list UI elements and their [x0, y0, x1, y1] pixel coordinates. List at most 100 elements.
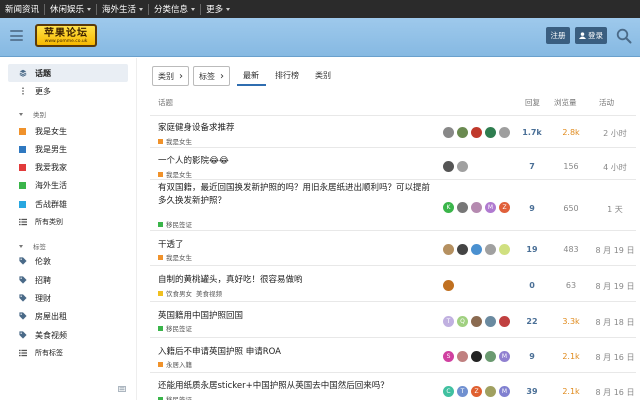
- topic-row[interactable]: 英国籍用中国护照回国 移民签证 T Q 22 3.3k 8 月 18 日: [150, 301, 636, 337]
- avatar[interactable]: [485, 316, 496, 327]
- topic-tag-link[interactable]: 饮食男女: [166, 288, 192, 298]
- topic-tag-link[interactable]: 我是女生: [166, 169, 192, 179]
- avatar[interactable]: [443, 127, 454, 138]
- avatar[interactable]: [471, 127, 482, 138]
- sidebar-item-tag[interactable]: 美食视频: [8, 326, 128, 344]
- last-activity[interactable]: 8 月 16 日: [594, 387, 636, 398]
- topic-row[interactable]: 一个人的影院😂😂 我是女生 7 156 4 小时: [150, 147, 636, 179]
- sidebar-item-all-tags[interactable]: 所有标签: [8, 344, 128, 362]
- nav-entertainment[interactable]: 休闲娱乐: [45, 0, 96, 18]
- topic-row[interactable]: 家庭健身设备求推荐 我是女生 1.7k 2.8k 2 小时: [150, 115, 636, 147]
- reply-count[interactable]: 0: [518, 281, 546, 290]
- avatar[interactable]: [457, 351, 468, 362]
- tags-section-toggle[interactable]: 标签: [19, 241, 46, 251]
- sidebar-item-tag[interactable]: 招聘: [8, 271, 128, 289]
- sidebar-item-category[interactable]: 我是男生: [8, 140, 128, 158]
- reply-count[interactable]: 39: [518, 387, 546, 396]
- topic-row[interactable]: 自制的黄桃罐头，真好吃！很容易做哟 饮食男女 美食视频 0 63 8 月 19 日: [150, 265, 636, 301]
- topic-title-link[interactable]: 入籍后不申请英国护照 申请ROA: [158, 346, 281, 359]
- topic-tag-link[interactable]: 移民签证: [166, 323, 192, 333]
- sidebar-item-tag[interactable]: 房屋出租: [8, 307, 128, 325]
- topic-title-link[interactable]: 一个人的影院😂😂: [158, 155, 229, 168]
- avatar[interactable]: [457, 202, 468, 213]
- nav-news[interactable]: 新闻资讯: [0, 0, 44, 18]
- sidebar-item-category[interactable]: 我爱我家: [8, 158, 128, 176]
- last-activity[interactable]: 8 月 19 日: [594, 281, 636, 292]
- tags-filter-dropdown[interactable]: 标签: [193, 66, 230, 86]
- avatar[interactable]: [471, 351, 482, 362]
- avatar[interactable]: [499, 244, 510, 255]
- reply-count[interactable]: 9: [518, 352, 546, 361]
- sidebar-item-category[interactable]: 舌战群雄: [8, 195, 128, 213]
- avatar[interactable]: M: [485, 202, 496, 213]
- topic-tag-link[interactable]: 移民签证: [166, 219, 192, 229]
- avatar[interactable]: Q: [457, 316, 468, 327]
- tab-latest[interactable]: 最新: [243, 70, 259, 81]
- categories-section-toggle[interactable]: 类别: [19, 109, 46, 119]
- column-header-views[interactable]: 浏览量: [554, 97, 577, 108]
- avatar[interactable]: [485, 386, 496, 397]
- avatar[interactable]: K: [443, 202, 454, 213]
- avatar[interactable]: T: [443, 316, 454, 327]
- avatar[interactable]: [485, 351, 496, 362]
- last-activity[interactable]: 4 小时: [594, 162, 636, 173]
- search-icon[interactable]: [616, 28, 632, 44]
- tab-categories[interactable]: 类别: [315, 70, 331, 81]
- nav-classifieds[interactable]: 分类信息: [149, 0, 200, 18]
- nav-overseas-life[interactable]: 海外生活: [97, 0, 148, 18]
- avatar[interactable]: [457, 161, 468, 172]
- sidebar-item-more[interactable]: 更多: [8, 82, 128, 100]
- avatar[interactable]: [471, 202, 482, 213]
- reply-count[interactable]: 1.7k: [518, 128, 546, 137]
- login-button[interactable]: 登录: [575, 27, 607, 44]
- topic-tag-link[interactable]: 移民签证: [166, 394, 192, 400]
- last-activity[interactable]: 1 天: [594, 204, 636, 215]
- reply-count[interactable]: 7: [518, 162, 546, 171]
- avatar[interactable]: Z: [471, 386, 482, 397]
- avatar[interactable]: [457, 127, 468, 138]
- avatar[interactable]: M: [499, 386, 510, 397]
- avatar[interactable]: T: [457, 386, 468, 397]
- tab-top[interactable]: 排行榜: [275, 70, 299, 81]
- avatar[interactable]: M: [499, 351, 510, 362]
- last-activity[interactable]: 2 小时: [594, 128, 636, 139]
- sidebar-item-topics[interactable]: 话题: [8, 64, 128, 82]
- avatar[interactable]: [499, 127, 510, 138]
- keyboard-icon[interactable]: [118, 386, 126, 392]
- last-activity[interactable]: 8 月 19 日: [594, 245, 636, 256]
- last-activity[interactable]: 8 月 18 日: [594, 317, 636, 328]
- topic-tag-link[interactable]: 我是女生: [166, 252, 192, 262]
- topic-title-link[interactable]: 自制的黄桃罐头，真好吃！很容易做哟: [158, 274, 303, 287]
- topic-tag-link[interactable]: 我是女生: [166, 136, 192, 146]
- register-button[interactable]: 注册: [546, 27, 570, 44]
- sidebar-item-category[interactable]: 海外生活: [8, 176, 128, 194]
- category-filter-dropdown[interactable]: 类别: [152, 66, 189, 86]
- topic-title-link[interactable]: 还能用纸质永居sticker+中国护照从英国去中国然后回来吗？: [158, 380, 389, 393]
- avatar[interactable]: [443, 161, 454, 172]
- topic-row[interactable]: 干透了 我是女生 19 483 8 月 19 日: [150, 230, 636, 265]
- topic-row[interactable]: 有双国籍，最近回国换发新护照的吗？用旧永居纸进出顺利吗？可以提前多久换发新护照？…: [150, 179, 636, 230]
- topic-tag-link[interactable]: 永居入籍: [166, 359, 192, 369]
- sidebar-item-all-categories[interactable]: 所有类别: [8, 213, 128, 231]
- avatar[interactable]: C: [443, 386, 454, 397]
- nav-more[interactable]: 更多: [201, 0, 235, 18]
- topic-title-link[interactable]: 有双国籍，最近回国换发新护照的吗？用旧永居纸进出顺利吗？可以提前多久换发新护照？: [158, 182, 438, 207]
- reply-count[interactable]: 9: [518, 204, 546, 213]
- topic-title-link[interactable]: 英国籍用中国护照回国: [158, 310, 243, 323]
- avatar[interactable]: [471, 244, 482, 255]
- avatar[interactable]: [499, 316, 510, 327]
- topic-row[interactable]: 还能用纸质永居sticker+中国护照从英国去中国然后回来吗？ 移民签证 C T Z M 3…: [150, 372, 636, 400]
- sidebar-item-tag[interactable]: 理财: [8, 289, 128, 307]
- avatar[interactable]: [443, 280, 454, 291]
- sidebar-item-tag[interactable]: 伦敦: [8, 252, 128, 270]
- reply-count[interactable]: 22: [518, 317, 546, 326]
- topic-title-link[interactable]: 家庭健身设备求推荐: [158, 122, 235, 135]
- reply-count[interactable]: 19: [518, 245, 546, 254]
- last-activity[interactable]: 8 月 16 日: [594, 352, 636, 363]
- site-logo[interactable]: 苹果论坛 www.pomme.co.uk: [35, 24, 97, 47]
- avatar[interactable]: [485, 127, 496, 138]
- avatar[interactable]: Z: [499, 202, 510, 213]
- topic-title-link[interactable]: 干透了: [158, 239, 184, 252]
- column-header-replies[interactable]: 回复: [525, 97, 540, 108]
- avatar[interactable]: [457, 244, 468, 255]
